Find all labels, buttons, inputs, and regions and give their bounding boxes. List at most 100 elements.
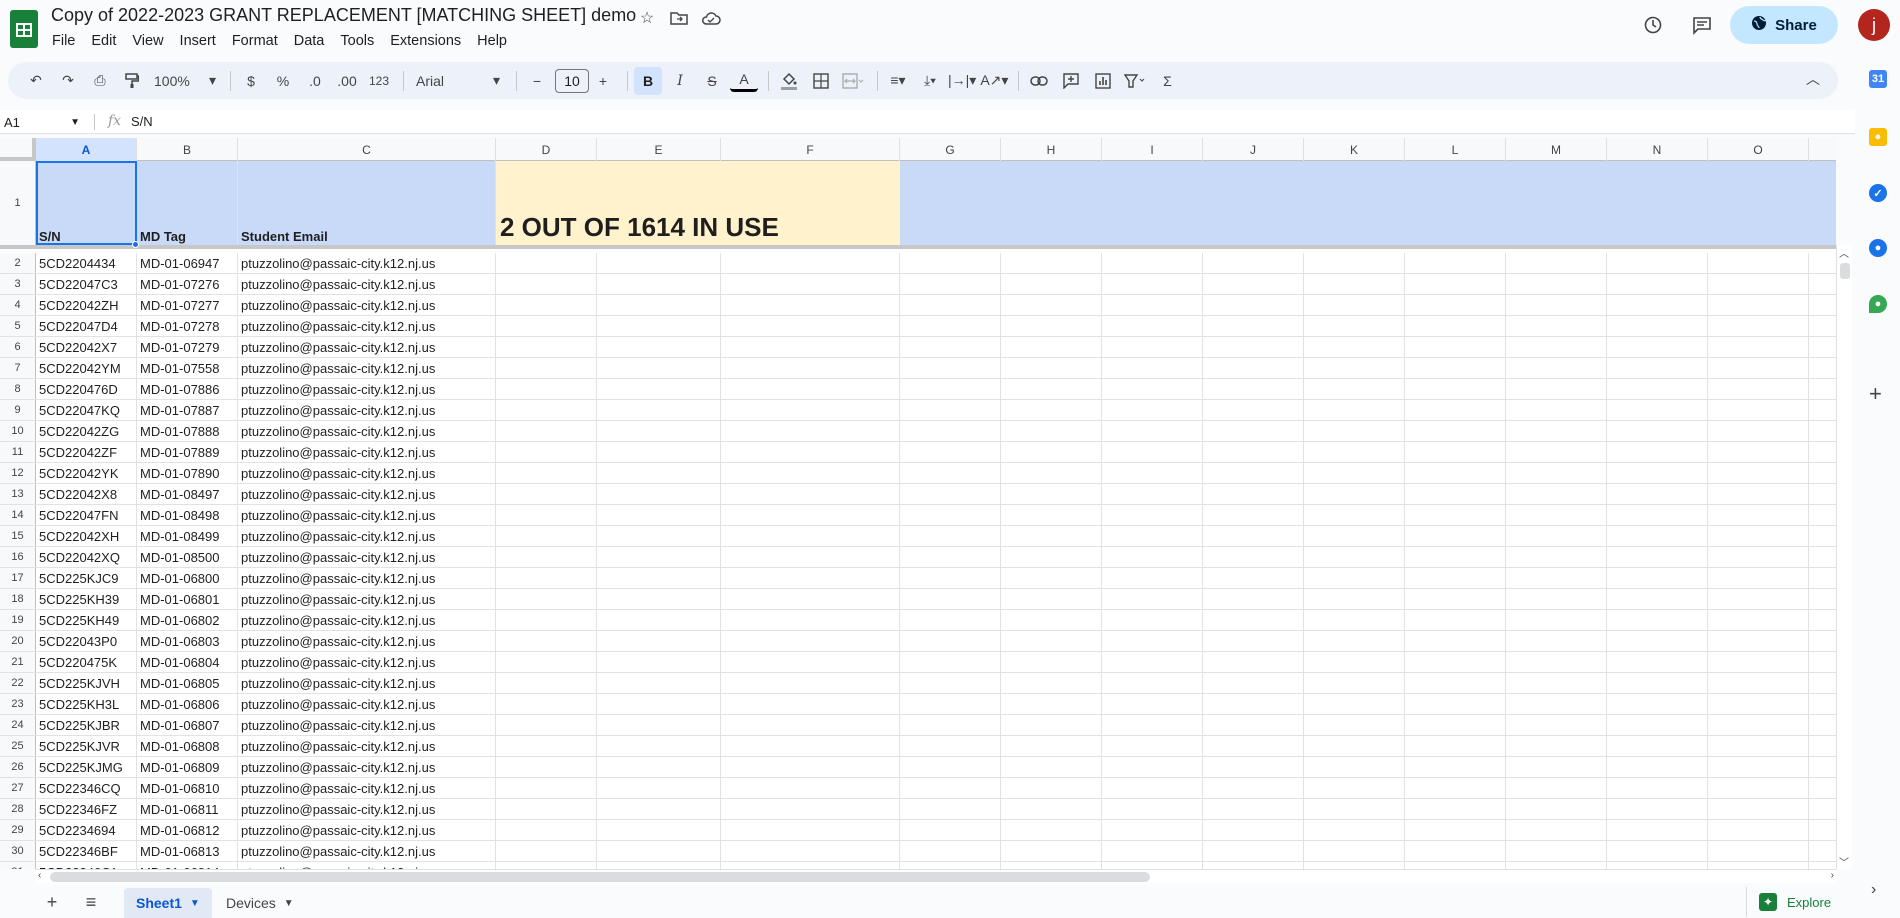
empty-cell[interactable] xyxy=(1304,862,1405,869)
empty-cell[interactable] xyxy=(1708,736,1809,756)
row-number[interactable]: 16 xyxy=(0,547,36,567)
empty-cell[interactable] xyxy=(496,799,597,819)
empty-cell[interactable] xyxy=(721,652,900,672)
sheet-tab-devices[interactable]: Devices ▼ xyxy=(214,888,306,918)
column-header-b[interactable]: B xyxy=(137,138,238,161)
chevron-down-icon[interactable]: ▼ xyxy=(284,898,294,909)
empty-cell[interactable] xyxy=(1506,400,1607,420)
insert-link-icon[interactable] xyxy=(1025,67,1053,95)
empty-cell[interactable] xyxy=(1001,841,1102,861)
empty-cell[interactable] xyxy=(1708,547,1809,567)
empty-cell[interactable] xyxy=(1607,841,1708,861)
font-size-input[interactable]: 10 xyxy=(555,68,589,93)
empty-cell[interactable] xyxy=(1506,862,1607,869)
empty-cell[interactable] xyxy=(1607,673,1708,693)
cell-email[interactable]: ptuzzolino@passaic-city.k12.nj.us xyxy=(238,631,496,651)
header-cell-md-tag[interactable]: MD Tag xyxy=(137,161,238,245)
empty-cell[interactable] xyxy=(1607,316,1708,336)
usage-banner-cell[interactable]: 2 OUT OF 1614 IN USE xyxy=(496,161,900,245)
empty-cell[interactable] xyxy=(1708,400,1809,420)
empty-cell[interactable] xyxy=(1405,568,1506,588)
row-number[interactable]: 26 xyxy=(0,757,36,777)
empty-cell[interactable] xyxy=(1506,673,1607,693)
cell-email[interactable]: ptuzzolino@passaic-city.k12.nj.us xyxy=(238,379,496,399)
cell-tag[interactable]: MD-01-07888 xyxy=(137,421,238,441)
empty-cell[interactable] xyxy=(1405,442,1506,462)
empty-cell[interactable] xyxy=(1203,421,1304,441)
empty-cell[interactable] xyxy=(496,295,597,315)
empty-cell[interactable] xyxy=(1708,778,1809,798)
empty-cell[interactable] xyxy=(1102,442,1203,462)
maps-icon[interactable]: ● xyxy=(1869,295,1887,313)
empty-cell[interactable] xyxy=(1405,694,1506,714)
folder-move-icon[interactable] xyxy=(668,7,690,29)
empty-cell[interactable] xyxy=(721,295,900,315)
row-number[interactable]: 5 xyxy=(0,316,36,336)
fill-handle[interactable] xyxy=(132,241,139,248)
empty-cell[interactable] xyxy=(1203,316,1304,336)
chevron-down-icon[interactable]: ▼ xyxy=(190,898,200,909)
empty-cell[interactable] xyxy=(721,421,900,441)
cell-sn[interactable]: 5CD225KJC9 xyxy=(36,568,137,588)
empty-cell[interactable] xyxy=(1607,799,1708,819)
share-button[interactable]: Share xyxy=(1730,6,1838,44)
empty-cell[interactable] xyxy=(1506,253,1607,273)
name-box[interactable]: A1 ▼ xyxy=(4,113,86,131)
empty-cell[interactable] xyxy=(1506,631,1607,651)
print-icon[interactable]: ⎙ xyxy=(86,67,114,95)
empty-cell[interactable] xyxy=(1506,610,1607,630)
empty-cell[interactable] xyxy=(597,631,721,651)
empty-cell[interactable] xyxy=(1506,463,1607,483)
empty-cell[interactable] xyxy=(496,442,597,462)
empty-cell[interactable] xyxy=(1203,778,1304,798)
cell-email[interactable]: ptuzzolino@passaic-city.k12.nj.us xyxy=(238,547,496,567)
empty-cell[interactable] xyxy=(900,316,1001,336)
empty-cell[interactable] xyxy=(1405,736,1506,756)
menu-file[interactable]: File xyxy=(44,31,83,51)
empty-cell[interactable] xyxy=(1001,736,1102,756)
document-title[interactable]: Copy of 2022-2023 GRANT REPLACEMENT [MAT… xyxy=(51,5,636,26)
row-number[interactable]: 28 xyxy=(0,799,36,819)
empty-cell[interactable] xyxy=(496,652,597,672)
empty-cell[interactable] xyxy=(721,463,900,483)
currency-format-button[interactable]: $ xyxy=(237,67,265,95)
empty-cell[interactable] xyxy=(1102,421,1203,441)
history-icon[interactable] xyxy=(1641,13,1665,37)
empty-cell[interactable] xyxy=(900,820,1001,840)
column-header-i[interactable]: I xyxy=(1102,138,1203,161)
empty-cell[interactable] xyxy=(900,442,1001,462)
empty-cell[interactable] xyxy=(1304,379,1405,399)
empty-cell[interactable] xyxy=(1405,358,1506,378)
star-icon[interactable]: ☆ xyxy=(636,7,658,29)
empty-cell[interactable] xyxy=(1203,484,1304,504)
empty-cell[interactable] xyxy=(721,337,900,357)
cell-sn[interactable]: 5CD220475K xyxy=(36,652,137,672)
calendar-icon[interactable]: 31 xyxy=(1869,70,1887,88)
cell-tag[interactable]: MD-01-06801 xyxy=(137,589,238,609)
empty-cell[interactable] xyxy=(1203,295,1304,315)
empty-cell[interactable] xyxy=(900,253,1001,273)
empty-cell[interactable] xyxy=(1001,757,1102,777)
empty-cell[interactable] xyxy=(1506,589,1607,609)
empty-cell[interactable] xyxy=(1001,652,1102,672)
cell-tag[interactable]: MD-01-06804 xyxy=(137,652,238,672)
row-number[interactable]: 31 xyxy=(0,862,36,869)
text-color-button[interactable]: A xyxy=(730,70,758,92)
cell-email[interactable]: ptuzzolino@passaic-city.k12.nj.us xyxy=(238,820,496,840)
empty-cell[interactable] xyxy=(1405,505,1506,525)
comments-icon[interactable] xyxy=(1690,13,1714,37)
empty-cell[interactable] xyxy=(597,673,721,693)
empty-cell[interactable] xyxy=(1203,736,1304,756)
empty-cell[interactable] xyxy=(496,631,597,651)
number-format-button[interactable]: 123 xyxy=(365,67,393,95)
menu-data[interactable]: Data xyxy=(286,31,333,51)
cell-email[interactable]: ptuzzolino@passaic-city.k12.nj.us xyxy=(238,841,496,861)
empty-cell[interactable] xyxy=(1708,484,1809,504)
empty-cell[interactable] xyxy=(1405,274,1506,294)
empty-cell[interactable] xyxy=(1607,442,1708,462)
empty-cell[interactable] xyxy=(1001,694,1102,714)
column-header-h[interactable]: H xyxy=(1001,138,1102,161)
row-number[interactable]: 15 xyxy=(0,526,36,546)
empty-cell[interactable] xyxy=(597,736,721,756)
all-sheets-icon[interactable]: ≡ xyxy=(79,890,103,914)
